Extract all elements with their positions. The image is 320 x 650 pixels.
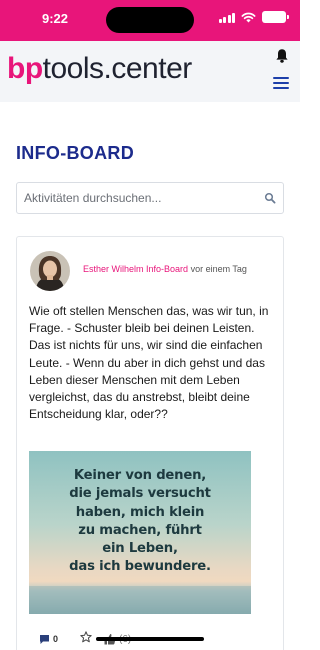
search-icon[interactable]: [264, 192, 276, 204]
favorite-button[interactable]: [80, 630, 92, 648]
activity-card: Esther Wilhelm Info-Board vor einem Tag …: [16, 236, 284, 650]
app-screen: 9:22 bptools.center INFO-BOARD Aktivität…: [0, 0, 300, 650]
activity-search: [16, 182, 284, 214]
site-logo[interactable]: bptools.center: [7, 49, 192, 89]
logo-text: tools.center: [42, 52, 193, 85]
page-title: INFO-BOARD: [16, 143, 134, 163]
status-time: 9:22: [42, 11, 69, 26]
quote-line: ein Leben,: [102, 541, 178, 557]
search-input[interactable]: [24, 183, 254, 213]
bell-icon[interactable]: [275, 48, 289, 64]
quote-line: das ich bewundere.: [69, 559, 211, 575]
comment-icon: [40, 634, 49, 644]
star-icon: [80, 631, 92, 643]
post-image[interactable]: Keiner von denen, die jemals versucht ha…: [29, 451, 251, 614]
avatar[interactable]: [30, 251, 70, 291]
home-indicator[interactable]: [96, 637, 204, 641]
activity-time: vor einem Tag: [190, 264, 247, 274]
quote-text: Keiner von denen, die jemals versucht ha…: [29, 467, 251, 577]
quote-line: die jemals versucht: [69, 486, 211, 502]
author-link[interactable]: Esther Wilhelm: [83, 264, 144, 274]
group-link[interactable]: Info-Board: [146, 264, 188, 274]
quote-line: zu machen, führt: [78, 522, 202, 538]
logo-bp: bp: [7, 52, 43, 85]
wifi-icon: [241, 12, 256, 22]
comment-button[interactable]: 0: [39, 634, 58, 645]
camera-notch: [106, 7, 194, 33]
signal-icon: [218, 12, 235, 23]
activity-meta: Esther Wilhelm Info-Board vor einem Tag: [83, 264, 247, 274]
post-text: Wie oft stellen Menschen das, was wir tu…: [29, 304, 269, 422]
quote-line: Keiner von denen,: [73, 468, 207, 483]
status-bar: 9:22: [0, 0, 300, 41]
status-icons: [218, 11, 289, 23]
app-header: bptools.center: [0, 41, 300, 102]
menu-icon[interactable]: [273, 77, 289, 89]
quote-line: haben, mich klein: [75, 504, 205, 520]
battery-icon: [262, 11, 289, 23]
comment-count: 0: [53, 634, 59, 644]
